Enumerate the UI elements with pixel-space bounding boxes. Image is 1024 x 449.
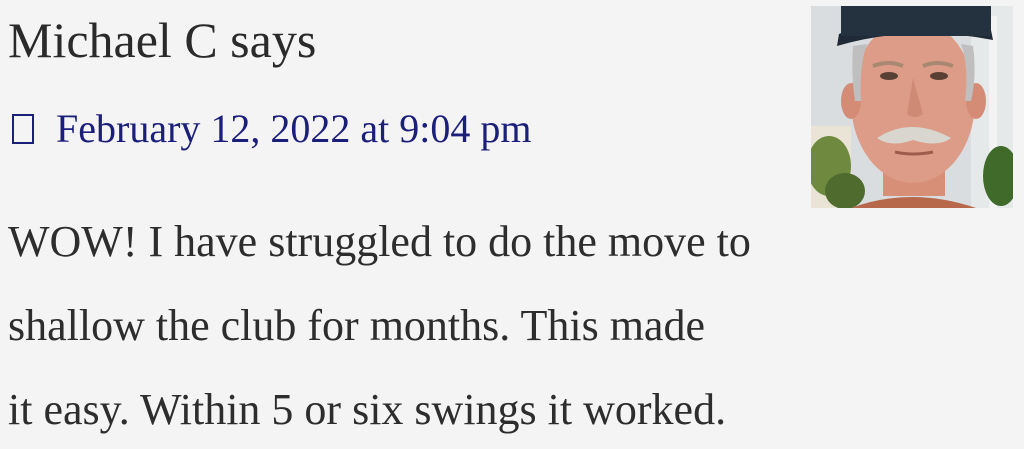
- clock-icon: [12, 114, 34, 144]
- author-name[interactable]: Michael C: [8, 12, 218, 68]
- comment-line: shallow the club for months. This made: [8, 301, 705, 350]
- comment-author: Michael C says: [8, 10, 316, 70]
- says-label: says: [230, 12, 317, 68]
- comment-line: it easy. Within 5 or six swings it worke…: [8, 385, 727, 434]
- comment: Michael C says February 12, 2022 at 9:04…: [0, 0, 1024, 449]
- comment-meta: February 12, 2022 at 9:04 pm: [8, 104, 532, 154]
- comment-date-link[interactable]: February 12, 2022 at 9:04 pm: [56, 104, 532, 154]
- comment-line: WOW! I have struggled to do the move to: [8, 217, 751, 266]
- avatar: [811, 6, 1013, 208]
- comment-body: WOW! I have struggled to do the move to …: [8, 200, 928, 449]
- avatar-image: [811, 6, 1013, 208]
